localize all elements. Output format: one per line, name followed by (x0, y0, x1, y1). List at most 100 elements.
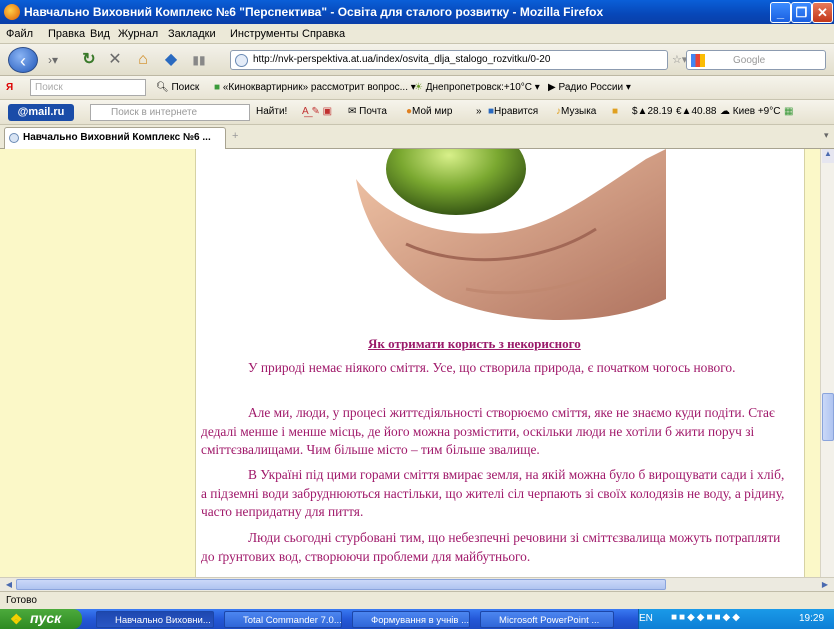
like-label: Нравится (494, 106, 539, 117)
scroll-thumb[interactable] (822, 393, 834, 441)
taskbar: ❖ пуск Навчально Виховни... Total Comman… (0, 609, 834, 629)
url-text: http://nvk-perspektiva.at.ua/index/osvit… (253, 54, 551, 65)
google-icon (691, 54, 705, 67)
city-weather[interactable]: ☁ Киев +9°C (720, 106, 780, 117)
menu-tools[interactable]: Инструменты (230, 28, 299, 40)
tab-bar: Навчально Виховний Комплекс №6 ... + ▾ (0, 125, 834, 149)
mailru-search-input[interactable]: Поиск в интернете (90, 104, 250, 121)
addon-icon[interactable]: ◆ (160, 49, 182, 71)
article-heading: Як отримати користь з некорисного (368, 336, 581, 351)
mail-label: Почта (359, 106, 387, 117)
usd-value: 28.19 (647, 106, 673, 117)
menu-edit[interactable]: Правка (48, 28, 85, 40)
find-button[interactable]: Найти! (256, 106, 287, 117)
window-title: Навчально Виховний Комплекс №6 "Перспект… (24, 5, 604, 19)
yandex-search-input[interactable]: Поиск (30, 79, 146, 96)
paragraph: Але ми, люди, у процесі життєдіяльності … (201, 405, 775, 457)
weather-item[interactable]: ☀ Днепропетровск:+10°C ▾ (414, 82, 540, 93)
language-indicator[interactable]: EN (639, 613, 653, 624)
scroll-up-icon[interactable]: ▲ (822, 149, 834, 163)
weather-icon: ☀ (414, 82, 423, 93)
myworld-label: Мой мир (412, 106, 453, 117)
magnifier-icon: 🔍︎ (156, 82, 169, 93)
url-bar[interactable]: http://nvk-perspektiva.at.ua/index/osvit… (230, 50, 668, 70)
start-label: пуск (30, 610, 62, 626)
paragraph: В Україні під цими горами сміття вмирає … (201, 467, 785, 519)
status-bar: Готово (0, 591, 834, 609)
minimize-button[interactable]: _ (770, 2, 791, 23)
paragraph: Люди сьогодні стурбовані тим, що небезпе… (201, 530, 781, 564)
news-item[interactable]: ■ «Кинокварти­рник» рассмотрит вопрос...… (214, 82, 416, 93)
task-total-commander[interactable]: Total Commander 7.0... (224, 611, 342, 628)
music-item[interactable]: ♪Музыка (556, 106, 596, 117)
menu-history[interactable]: Журнал (118, 28, 158, 40)
mailru-search-placeholder: Поиск в интернете (111, 107, 198, 118)
clock: 19:29 (799, 613, 825, 624)
menu-view[interactable]: Вид (90, 28, 110, 40)
back-button[interactable]: ‹ (8, 47, 38, 73)
usd-rate[interactable]: $▲28.19 (632, 106, 673, 117)
page-viewport: Як отримати користь з некорисного У прир… (0, 149, 820, 577)
forward-button[interactable]: ›▾ (42, 49, 64, 71)
page-icon (9, 133, 19, 143)
yandex-search-button[interactable]: 🔍︎ Поиск (156, 82, 199, 93)
stop-icon[interactable]: ✕ (104, 49, 126, 71)
new-tab-icon[interactable]: + (232, 130, 238, 142)
find-label: Найти! (256, 106, 288, 117)
scroll-right-icon[interactable]: ▶ (818, 578, 832, 591)
horizontal-scrollbar[interactable]: ◀ ▶ (0, 577, 834, 591)
task-word[interactable]: Формування в учнів ... (352, 611, 470, 628)
site-identity-icon[interactable] (235, 54, 248, 67)
menu-bar: Файл Правка Вид Журнал Закладки Инструме… (0, 24, 834, 44)
yandex-toolbar: Я Поиск 🔍︎ Поиск ■ «Кинокварти­рник» рас… (0, 76, 834, 100)
signal-icon: ▮▮ (192, 53, 206, 67)
search-placeholder: Google (733, 55, 766, 66)
map-icon[interactable]: ▦ (784, 106, 793, 117)
news-label: «Кинокварти­рник» рассмотрит вопрос... (222, 82, 408, 93)
hscroll-thumb[interactable] (16, 579, 666, 590)
font-icon[interactable]: A͟ ✎ ▣ (302, 106, 332, 117)
yandex-search-placeholder: Поиск (35, 82, 63, 93)
close-button[interactable]: ✕ (812, 2, 833, 23)
eur-value: 40.88 (691, 106, 717, 117)
menu-bookmarks[interactable]: Закладки (168, 28, 216, 40)
search-button-label: Поиск (171, 82, 200, 93)
scroll-left-icon[interactable]: ◀ (2, 578, 16, 591)
tray-icons[interactable]: ■■◆◆■■◆◆ (671, 612, 742, 623)
paragraph: У природі немає ніякого сміття. Усе, що … (248, 360, 736, 375)
maximize-button[interactable]: ❐ (791, 2, 812, 23)
radio-item[interactable]: ▶ Радио России ▾ (548, 82, 631, 93)
more-chevron-icon[interactable]: » (476, 106, 482, 117)
mailru-toolbar: @mail.ru Поиск в интернете Найти! A͟ ✎ ▣… (0, 100, 834, 125)
rss-icon: ■ (214, 82, 221, 93)
myworld-item[interactable]: ●Мой мир (406, 106, 452, 117)
vertical-scrollbar[interactable]: ▲ (820, 149, 834, 577)
music-label: Музыка (561, 106, 597, 117)
firefox-icon (4, 4, 20, 20)
windows-logo-icon: ❖ (10, 611, 23, 627)
yandex-logo: Я (6, 82, 14, 93)
menu-help[interactable]: Справка (302, 28, 345, 40)
system-tray: EN ■■◆◆■■◆◆ 19:29 (638, 609, 834, 629)
start-button[interactable]: ❖ пуск (0, 609, 82, 629)
like-item[interactable]: ■Нравится (488, 106, 538, 117)
radio-label: Радио России (558, 82, 624, 93)
home-icon[interactable]: ⌂ (132, 49, 154, 71)
navigation-toolbar: ‹ ›▾ ↻ ✕ ⌂ ◆ ▮▮ http://nvk-perspektiva.a… (0, 44, 834, 76)
search-input[interactable]: Google (686, 50, 826, 70)
mail-item[interactable]: ✉ Почта (348, 106, 387, 117)
reload-icon[interactable]: ↻ (78, 49, 100, 71)
tab-title: Навчально Виховний Комплекс №6 ... (23, 132, 211, 143)
mailru-logo[interactable]: @mail.ru (8, 104, 74, 121)
widget-icon[interactable]: ■ (612, 106, 618, 117)
eur-rate[interactable]: €▲40.88 (676, 106, 717, 117)
task-firefox[interactable]: Навчально Виховни... (96, 611, 214, 628)
article-page: Як отримати користь з некорисного У прир… (195, 149, 805, 577)
tab-list-icon[interactable]: ▾ (824, 130, 829, 141)
play-icon: ▶ (548, 82, 556, 93)
window-title-bar[interactable]: Навчально Виховний Комплекс №6 "Перспект… (0, 0, 834, 24)
task-powerpoint[interactable]: Microsoft PowerPoint ... (480, 611, 614, 628)
menu-file[interactable]: Файл (6, 28, 33, 40)
tab-active[interactable]: Навчально Виховний Комплекс №6 ... (4, 127, 226, 149)
status-text: Готово (6, 595, 37, 606)
